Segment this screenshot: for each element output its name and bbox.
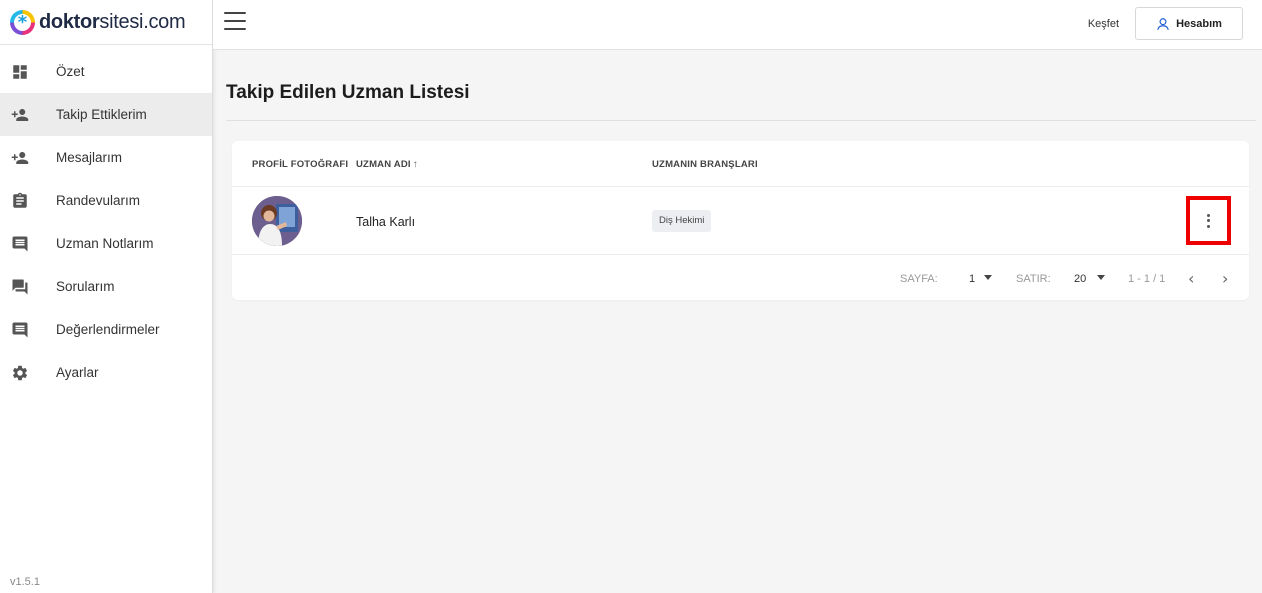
- sidebar-item-label: Değerlendirmeler: [56, 322, 160, 337]
- top-bar: Keşfet Hesabım: [213, 0, 1262, 50]
- comment-icon: [0, 321, 56, 339]
- sidebar-item-sorularim[interactable]: Sorularım: [0, 265, 212, 308]
- page-select[interactable]: 1: [969, 273, 975, 285]
- column-header-photo: PROFİL FOTOĞRAFI: [252, 159, 349, 170]
- person-add-icon: [0, 149, 56, 167]
- sidebar-item-label: Randevularım: [56, 193, 141, 208]
- rows-select[interactable]: 20: [1074, 273, 1086, 285]
- sidebar-item-label: Takip Ettiklerim: [56, 107, 147, 122]
- rows-select-caret-icon[interactable]: [1097, 275, 1105, 280]
- sidebar-item-label: Uzman Notlarım: [56, 236, 154, 251]
- logo-icon: *: [10, 9, 35, 35]
- explore-link[interactable]: Keşfet: [1088, 18, 1119, 30]
- sidebar: * doktorsitesi.com Özet Takip Ettiklerim…: [0, 0, 213, 593]
- sort-arrow-icon[interactable]: ↑: [413, 159, 418, 170]
- column-header-branches: UZMANIN BRANŞLARI: [652, 159, 758, 170]
- title-divider: [226, 120, 1256, 121]
- range-label: 1 - 1 / 1: [1128, 273, 1166, 285]
- page-title: Takip Edilen Uzman Listesi: [226, 82, 470, 103]
- sidebar-item-ozet[interactable]: Özet: [0, 50, 212, 93]
- logo[interactable]: * doktorsitesi.com: [0, 0, 212, 45]
- branch-chip: Diş Hekimi: [652, 210, 712, 232]
- sidebar-item-degerlendirmeler[interactable]: Değerlendirmeler: [0, 308, 212, 351]
- comment-icon: [0, 235, 56, 253]
- sidebar-item-mesajlarim[interactable]: Mesajlarım: [0, 136, 212, 179]
- main-content: Takip Edilen Uzman Listesi PROFİL FOTOĞR…: [213, 50, 1262, 593]
- sidebar-item-takip-ettiklerim[interactable]: Takip Ettiklerim: [0, 93, 212, 136]
- sidebar-item-label: Özet: [56, 64, 85, 79]
- followed-experts-table: PROFİL FOTOĞRAFI UZMAN ADI ↑ UZMANIN BRAN…: [232, 141, 1249, 300]
- logo-text: doktorsitesi.com: [39, 10, 186, 33]
- column-header-name-label: UZMAN ADI: [356, 159, 411, 170]
- menu-icon[interactable]: [224, 12, 246, 32]
- page-label: SAYFA:: [900, 273, 938, 285]
- clipboard-icon: [0, 192, 56, 210]
- next-page-icon[interactable]: ›: [1222, 269, 1228, 288]
- account-label: Hesabım: [1176, 17, 1222, 30]
- page-select-caret-icon[interactable]: [984, 275, 992, 280]
- user-icon: [1157, 17, 1169, 30]
- account-button[interactable]: Hesabım: [1135, 7, 1243, 40]
- person-add-icon: [0, 106, 56, 124]
- sidebar-item-label: Mesajlarım: [56, 150, 123, 165]
- column-header-name[interactable]: UZMAN ADI ↑: [356, 159, 418, 170]
- avatar[interactable]: [252, 196, 302, 246]
- forum-icon: [0, 278, 56, 296]
- more-vert-icon: [1207, 213, 1210, 228]
- sidebar-item-uzman-notlarim[interactable]: Uzman Notlarım: [0, 222, 212, 265]
- table-header: PROFİL FOTOĞRAFI UZMAN ADI ↑ UZMANIN BRAN…: [232, 141, 1249, 187]
- dashboard-icon: [0, 63, 56, 81]
- gear-icon: [0, 364, 56, 382]
- sidebar-item-label: Sorularım: [56, 279, 115, 294]
- expert-name[interactable]: Talha Karlı: [356, 215, 415, 229]
- sidebar-item-label: Ayarlar: [56, 365, 99, 380]
- more-actions-button[interactable]: [1186, 196, 1231, 245]
- sidebar-nav: Özet Takip Ettiklerim Mesajlarım Randevu…: [0, 50, 212, 394]
- rows-label: SATIR:: [1016, 273, 1051, 285]
- sidebar-item-ayarlar[interactable]: Ayarlar: [0, 351, 212, 394]
- sidebar-item-randevularim[interactable]: Randevularım: [0, 179, 212, 222]
- prev-page-icon[interactable]: ‹: [1188, 269, 1194, 288]
- pagination: SAYFA: 1 SATIR: 20 1 - 1 / 1 ‹ ›: [232, 255, 1249, 300]
- version-label: v1.5.1: [10, 576, 40, 588]
- table-row: Talha Karlı Diş Hekimi: [232, 187, 1249, 255]
